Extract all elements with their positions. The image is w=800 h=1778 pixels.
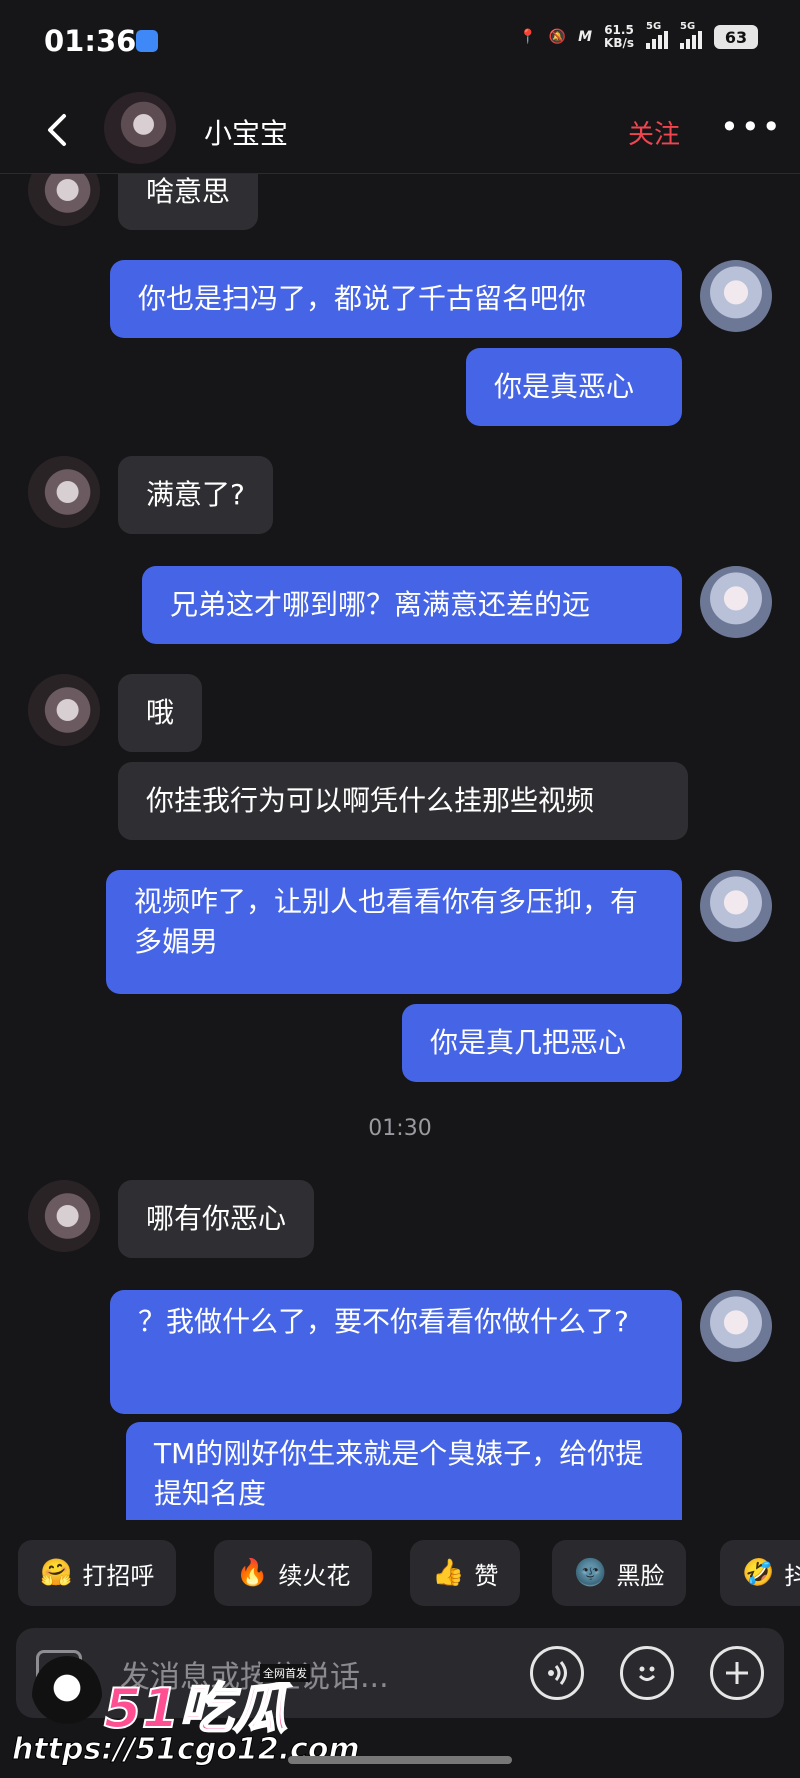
signal-2-icon: 5G [680, 21, 702, 49]
quick-action-label: 打招呼 [82, 1561, 155, 1590]
quick-action-label: 黑脸 [616, 1561, 665, 1590]
more-options-icon[interactable]: ••• [720, 108, 783, 146]
sent-message[interactable]: 视频咋了，让别人也看看你有多压抑，有多媚男 [106, 870, 682, 994]
speed-value: 61.5 [604, 23, 634, 37]
laughing-emoji-icon: 🤣 [742, 1558, 775, 1588]
quick-action-label: 续火花 [278, 1561, 351, 1590]
hug-emoji-icon: 🤗 [40, 1558, 73, 1588]
mute-icon: 🔕 [548, 29, 567, 45]
sender-avatar[interactable] [28, 674, 100, 746]
signal-1-icon: 5G [646, 21, 668, 49]
battery-icon: 63 [714, 25, 758, 49]
network-speed: 61.5 KB/s [604, 24, 634, 50]
my-avatar[interactable] [700, 870, 772, 942]
home-indicator[interactable] [288, 1756, 512, 1764]
my-avatar[interactable] [700, 260, 772, 332]
quick-actions-bar: 🤗 打招呼 🔥 续火花 👍 赞 🌚 黑脸 🤣 抖 [0, 1540, 800, 1608]
quick-action-greet[interactable]: 🤗 打招呼 [18, 1540, 177, 1606]
quick-action-like[interactable]: 👍 赞 [410, 1540, 521, 1606]
sent-message[interactable]: 你是真恶心 [466, 348, 682, 426]
received-message[interactable]: 满意了? [118, 456, 273, 534]
follow-button[interactable]: 关注 [628, 114, 680, 151]
received-message[interactable]: 啥意思 [118, 174, 259, 230]
message-timestamp: 01:30 [368, 1116, 432, 1141]
emoji-icon[interactable] [620, 1646, 674, 1700]
location-icon: 📍 [519, 29, 537, 45]
dark-face-emoji-icon: 🌚 [574, 1558, 607, 1588]
chat-header: 小宝宝 关注 ••• [0, 86, 800, 174]
add-icon[interactable] [710, 1646, 764, 1700]
quick-action-laugh[interactable]: 🤣 抖 [720, 1540, 800, 1606]
sender-avatar[interactable] [28, 456, 100, 528]
my-avatar[interactable] [700, 1290, 772, 1362]
hd-icon: 𝙈 [578, 29, 593, 45]
my-avatar[interactable] [700, 566, 772, 638]
received-message[interactable]: 哪有你恶心 [118, 1180, 315, 1258]
speed-unit: KB/s [604, 36, 634, 50]
sender-avatar[interactable] [28, 174, 100, 226]
notification-app-icon [136, 30, 158, 52]
voice-icon[interactable] [530, 1646, 584, 1700]
sent-message[interactable]: 你也是扫冯了，都说了千古留名吧你 [110, 260, 682, 338]
quick-action-label: 抖 [784, 1561, 800, 1590]
status-bar: 01:36 📍 🔕 𝙈 61.5 KB/s 5G 5G 63 [0, 0, 800, 86]
sender-avatar[interactable] [28, 1180, 100, 1252]
signal-1-label: 5G [646, 21, 662, 32]
received-message[interactable]: 你挂我行为可以啊凭什么挂那些视频 [118, 762, 688, 840]
quick-action-spark[interactable]: 🔥 续火花 [214, 1540, 373, 1606]
quick-action-darkface[interactable]: 🌚 黑脸 [552, 1540, 687, 1606]
sent-message[interactable]: ？我做什么了，要不你看看你做什么了? [110, 1290, 682, 1414]
received-message[interactable]: 哦 [118, 674, 203, 752]
contact-name[interactable]: 小宝宝 [204, 112, 288, 152]
sent-message[interactable]: 兄弟这才哪到哪？离满意还差的远 [142, 566, 682, 644]
sent-message[interactable]: TM的刚好你生来就是个臭婊子，给你提提知名度 [126, 1422, 682, 1520]
fire-emoji-icon: 🔥 [236, 1558, 269, 1588]
watermark-tag: 全网首发 [260, 1664, 310, 1682]
watermark: 51吃瓜 全网首发 https://51cgo12.com [12, 1656, 360, 1776]
status-time: 01:36 [44, 24, 137, 58]
sent-message[interactable]: 你是真几把恶心 [402, 1004, 682, 1082]
thumbs-up-emoji-icon: 👍 [432, 1558, 465, 1588]
signal-2-label: 5G [680, 21, 696, 32]
contact-avatar[interactable] [104, 92, 176, 164]
message-list[interactable]: 啥意思 你也是扫冯了，都说了千古留名吧你 你是真恶心 满意了? 兄弟这才哪到哪？… [0, 174, 800, 1520]
status-icons: 📍 🔕 𝙈 61.5 KB/s 5G 5G 63 [519, 21, 758, 50]
quick-action-label: 赞 [474, 1561, 499, 1590]
back-arrow-icon[interactable] [36, 108, 80, 152]
mascot-logo-icon [32, 1656, 102, 1736]
